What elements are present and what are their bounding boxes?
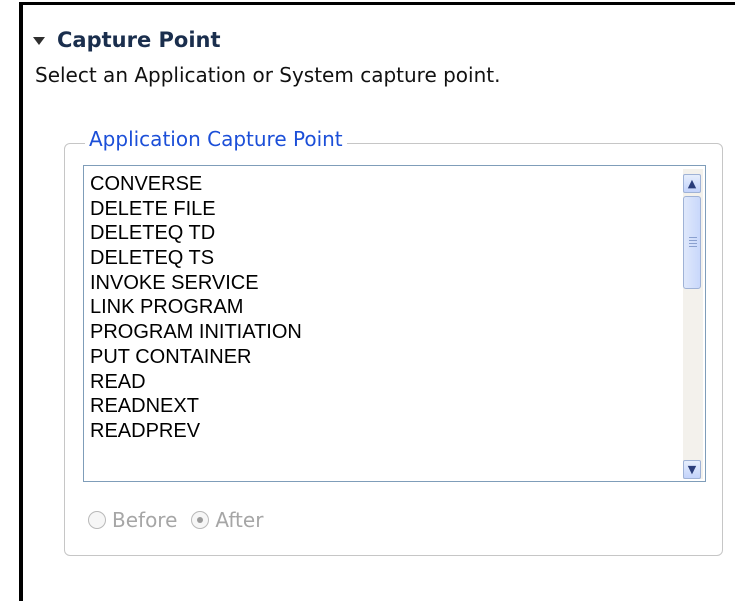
vertical-scrollbar[interactable]: ▲ ▼ [683, 169, 703, 479]
before-radio-label: Before [112, 508, 178, 532]
list-item[interactable]: READPREV [90, 419, 302, 444]
section-title: Capture Point [57, 28, 221, 52]
scroll-thumb[interactable] [683, 196, 701, 289]
list-item[interactable]: PROGRAM INITIATION [90, 320, 302, 345]
capture-point-list: CONVERSE DELETE FILE DELETEQ TD DELETEQ … [90, 172, 302, 444]
list-item[interactable]: READNEXT [90, 394, 302, 419]
capture-point-section-header[interactable]: Capture Point [33, 26, 221, 54]
scroll-down-arrow-icon[interactable]: ▼ [683, 460, 701, 479]
before-radio-button[interactable] [88, 511, 106, 529]
list-item[interactable]: DELETEQ TD [90, 221, 302, 246]
grip-icon [689, 237, 697, 238]
section-description: Select an Application or System capture … [35, 63, 501, 87]
list-item[interactable]: DELETEQ TS [90, 246, 302, 271]
group-legend: Application Capture Point [85, 127, 347, 151]
list-item[interactable]: READ [90, 370, 302, 395]
expand-collapse-icon[interactable] [33, 36, 45, 45]
after-radio-button[interactable] [191, 511, 210, 529]
list-item[interactable]: CONVERSE [90, 172, 302, 197]
scroll-up-arrow-icon[interactable]: ▲ [683, 174, 701, 193]
before-radio-option[interactable]: Before [88, 508, 177, 532]
capture-point-listbox[interactable]: CONVERSE DELETE FILE DELETEQ TD DELETEQ … [83, 165, 706, 482]
list-item[interactable]: PUT CONTAINER [90, 345, 302, 370]
before-after-radio-group: Before After [88, 508, 277, 532]
list-item[interactable]: LINK PROGRAM [90, 295, 302, 320]
list-item[interactable]: DELETE FILE [90, 197, 302, 222]
after-radio-option[interactable]: After [191, 508, 263, 532]
after-radio-label: After [215, 508, 264, 532]
list-item[interactable]: INVOKE SERVICE [90, 271, 302, 296]
